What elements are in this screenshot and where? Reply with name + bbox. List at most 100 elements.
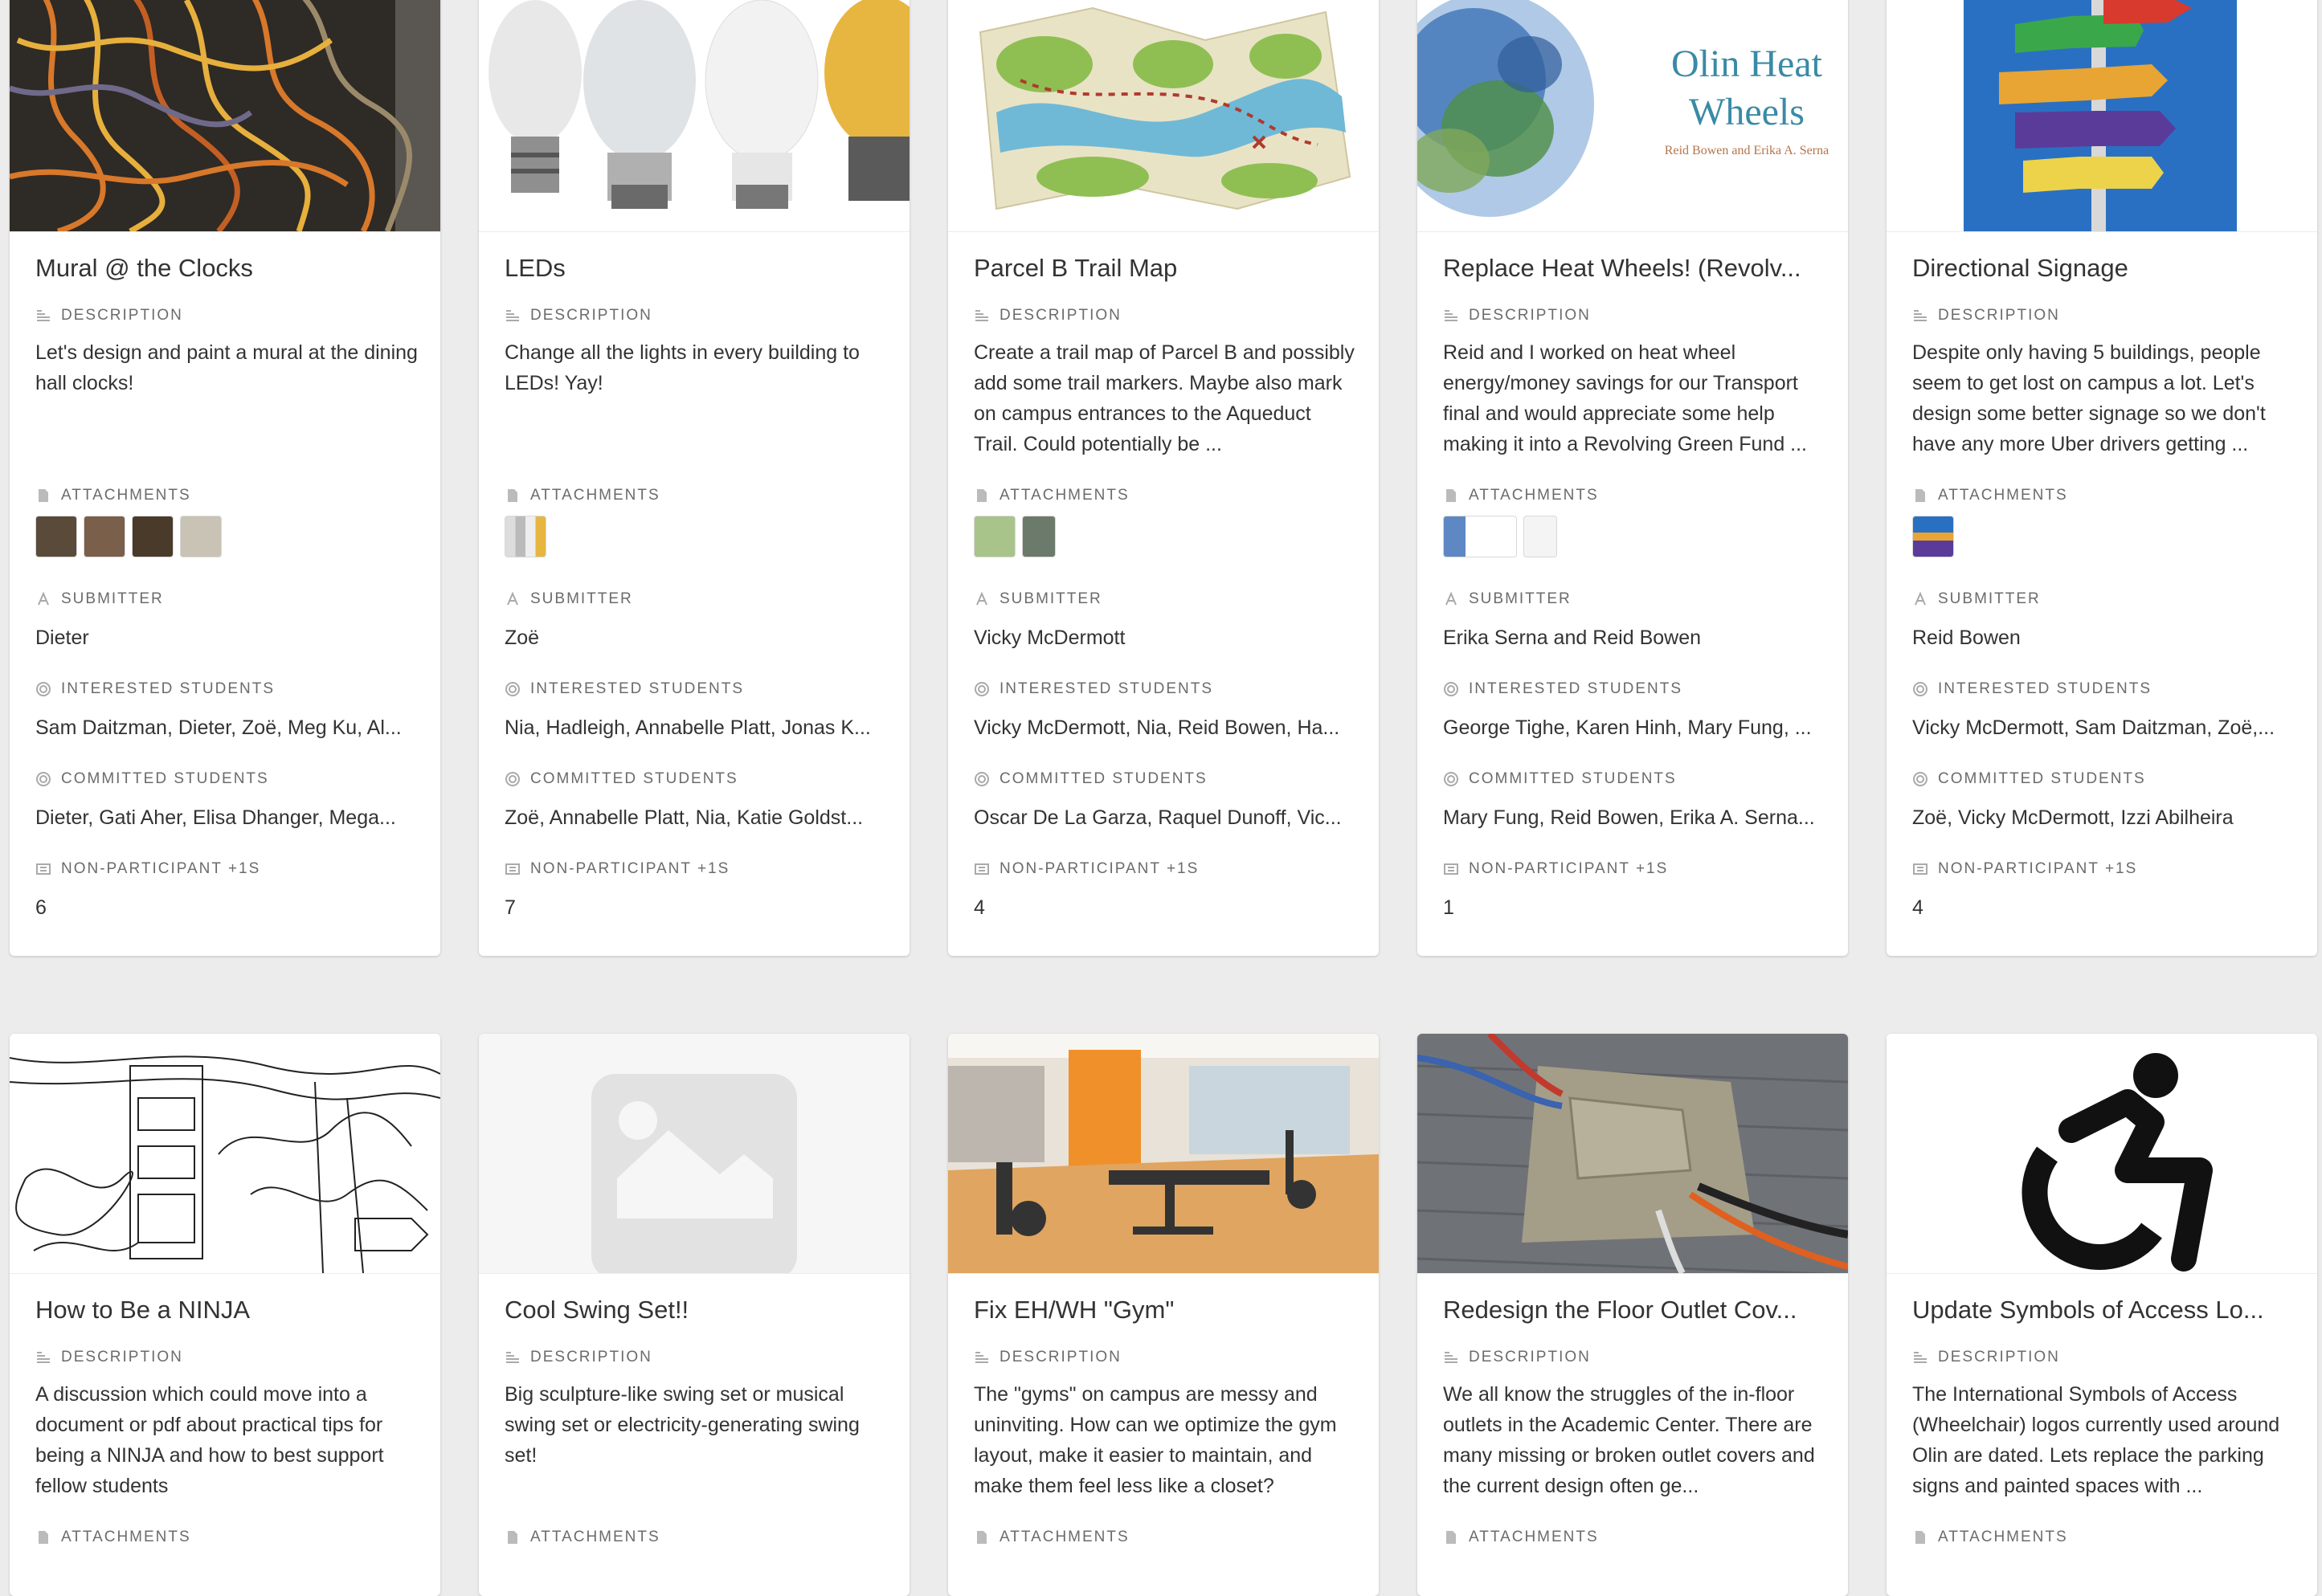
committed-students-label: COMMITTED STUDENTS bbox=[35, 770, 269, 788]
attachment-thumbnail[interactable] bbox=[84, 516, 125, 557]
nonparticipant-label: NON-PARTICIPANT +1S bbox=[1443, 860, 1668, 878]
project-card[interactable]: Update Symbols of Access Lo... DESCRIPTI… bbox=[1887, 1034, 2317, 1596]
description-label: DESCRIPTION bbox=[974, 307, 1122, 325]
attachments-label: ATTACHMENTS bbox=[505, 487, 660, 504]
accessibility-icon bbox=[1887, 1034, 2317, 1273]
description-text: Big sculpture-like swing set or musical … bbox=[505, 1383, 860, 1467]
card-title: Replace Heat Wheels! (Revolv... bbox=[1443, 254, 1801, 282]
project-card[interactable]: Parcel B Trail Map DESCRIPTION Create a … bbox=[948, 0, 1379, 956]
nonparticipant-label: NON-PARTICIPANT +1S bbox=[35, 860, 260, 878]
nonparticipant-label: NON-PARTICIPANT +1S bbox=[505, 860, 730, 878]
submitter-value: Erika Serna and Reid Bowen bbox=[1443, 627, 1702, 649]
interested-students-label: INTERESTED STUDENTS bbox=[505, 680, 744, 698]
number-icon bbox=[505, 863, 520, 875]
file-icon bbox=[39, 489, 48, 502]
attachments-list bbox=[1912, 516, 1954, 557]
cover-image bbox=[10, 0, 440, 232]
submitter-value: Vicky McDermott bbox=[974, 627, 1126, 649]
multi-select-icon bbox=[975, 772, 989, 786]
multi-select-icon bbox=[1444, 772, 1458, 786]
description-text: A discussion which could move into a doc… bbox=[35, 1383, 384, 1497]
cover-image bbox=[1887, 0, 2317, 232]
cover-image bbox=[10, 1034, 440, 1274]
multi-select-icon bbox=[505, 772, 520, 786]
cover-image bbox=[948, 0, 1379, 232]
description-text: Create a trail map of Parcel B and possi… bbox=[974, 341, 1355, 455]
image-placeholder-icon bbox=[591, 1074, 797, 1273]
card-title: Update Symbols of Access Lo... bbox=[1912, 1296, 2264, 1324]
submitter-label: SUBMITTER bbox=[1912, 590, 2041, 608]
attachments-label: ATTACHMENTS bbox=[35, 487, 191, 504]
attachment-thumbnail[interactable] bbox=[180, 516, 222, 557]
project-card[interactable]: Cool Swing Set!! DESCRIPTION Big sculptu… bbox=[479, 1034, 910, 1596]
attachment-thumbnail[interactable] bbox=[505, 516, 546, 557]
committed-students-value: Zoë, Vicky McDermott, Izzi Abilheira bbox=[1912, 806, 2234, 829]
project-card[interactable]: How to Be a NINJA DESCRIPTION A discussi… bbox=[10, 1034, 440, 1596]
project-card[interactable]: Redesign the Floor Outlet Cov... DESCRIP… bbox=[1417, 1034, 1848, 1596]
text-field-icon bbox=[1445, 591, 1457, 606]
number-icon bbox=[1913, 863, 1928, 875]
cover-image bbox=[948, 1034, 1379, 1274]
long-text-icon bbox=[1445, 310, 1457, 321]
multi-select-icon bbox=[1444, 682, 1458, 696]
committed-students-value: Oscar De La Garza, Raquel Dunoff, Vic... bbox=[974, 806, 1342, 829]
project-card[interactable]: LEDs DESCRIPTION Change all the lights i… bbox=[479, 0, 910, 956]
cover-title-line: Wheels bbox=[1689, 91, 1805, 133]
long-text-icon bbox=[1914, 1352, 1927, 1363]
attachment-thumbnail[interactable] bbox=[132, 516, 174, 557]
attachment-thumbnail[interactable] bbox=[1443, 516, 1517, 557]
attachment-thumbnail[interactable] bbox=[1022, 516, 1056, 557]
interested-students-label: INTERESTED STUDENTS bbox=[1912, 680, 2152, 698]
attachment-thumbnail[interactable] bbox=[974, 516, 1016, 557]
project-card[interactable]: Olin Heat Wheels Reid Bowen and Erika A.… bbox=[1417, 0, 1848, 956]
attachment-thumbnail[interactable] bbox=[35, 516, 77, 557]
attachments-list bbox=[974, 516, 1056, 557]
file-icon bbox=[1446, 1531, 1456, 1544]
multi-select-icon bbox=[505, 682, 520, 696]
interested-students-value: Vicky McDermott, Nia, Reid Bowen, Ha... bbox=[974, 716, 1340, 739]
attachments-label: ATTACHMENTS bbox=[35, 1529, 191, 1546]
nonparticipant-value: 4 bbox=[974, 896, 985, 919]
description-label: DESCRIPTION bbox=[974, 1349, 1122, 1366]
nonparticipant-label: NON-PARTICIPANT +1S bbox=[1912, 860, 2137, 878]
number-icon bbox=[36, 863, 51, 875]
multi-select-icon bbox=[36, 682, 51, 696]
description-text: Change all the lights in every building … bbox=[505, 341, 860, 394]
attachment-thumbnail[interactable] bbox=[1523, 516, 1557, 557]
submitter-label: SUBMITTER bbox=[1443, 590, 1572, 608]
nonparticipant-label: NON-PARTICIPANT +1S bbox=[974, 860, 1199, 878]
project-card[interactable]: Mural @ the Clocks DESCRIPTION Let's des… bbox=[10, 0, 440, 956]
description-label: DESCRIPTION bbox=[505, 307, 652, 325]
description-text: Reid and I worked on heat wheel energy/m… bbox=[1443, 341, 1808, 455]
cover-image bbox=[1887, 1034, 2317, 1274]
nonparticipant-value: 6 bbox=[35, 896, 47, 919]
cover-image bbox=[479, 0, 910, 232]
submitter-label: SUBMITTER bbox=[35, 590, 164, 608]
attachments-label: ATTACHMENTS bbox=[1912, 487, 2068, 504]
text-field-icon bbox=[1915, 591, 1926, 606]
interested-students-value: Nia, Hadleigh, Annabelle Platt, Jonas K.… bbox=[505, 716, 871, 739]
attachment-thumbnail[interactable] bbox=[1912, 516, 1954, 557]
file-icon bbox=[508, 489, 517, 502]
committed-students-value: Dieter, Gati Aher, Elisa Dhanger, Mega..… bbox=[35, 806, 396, 829]
description-label: DESCRIPTION bbox=[505, 1349, 652, 1366]
nonparticipant-value: 1 bbox=[1443, 896, 1454, 919]
multi-select-icon bbox=[36, 772, 51, 786]
long-text-icon bbox=[1914, 310, 1927, 321]
number-icon bbox=[975, 863, 989, 875]
project-card[interactable]: Fix EH/WH "Gym" DESCRIPTION The "gyms" o… bbox=[948, 1034, 1379, 1596]
file-icon bbox=[1446, 489, 1456, 502]
card-title: Mural @ the Clocks bbox=[35, 254, 253, 282]
cover-image: Olin Heat Wheels Reid Bowen and Erika A.… bbox=[1417, 0, 1848, 232]
description-text: Despite only having 5 buildings, people … bbox=[1912, 341, 2266, 455]
text-field-icon bbox=[507, 591, 518, 606]
interested-students-label: INTERESTED STUDENTS bbox=[974, 680, 1213, 698]
description-text: We all know the struggles of the in-floo… bbox=[1443, 1383, 1815, 1497]
long-text-icon bbox=[37, 1352, 50, 1363]
project-card[interactable]: Directional Signage DESCRIPTION Despite … bbox=[1887, 0, 2317, 956]
file-icon bbox=[977, 1531, 987, 1544]
committed-students-label: COMMITTED STUDENTS bbox=[505, 770, 738, 788]
submitter-label: SUBMITTER bbox=[974, 590, 1102, 608]
attachments-label: ATTACHMENTS bbox=[974, 487, 1130, 504]
cover-authors: Reid Bowen and Erika A. Serna bbox=[1664, 144, 1829, 157]
